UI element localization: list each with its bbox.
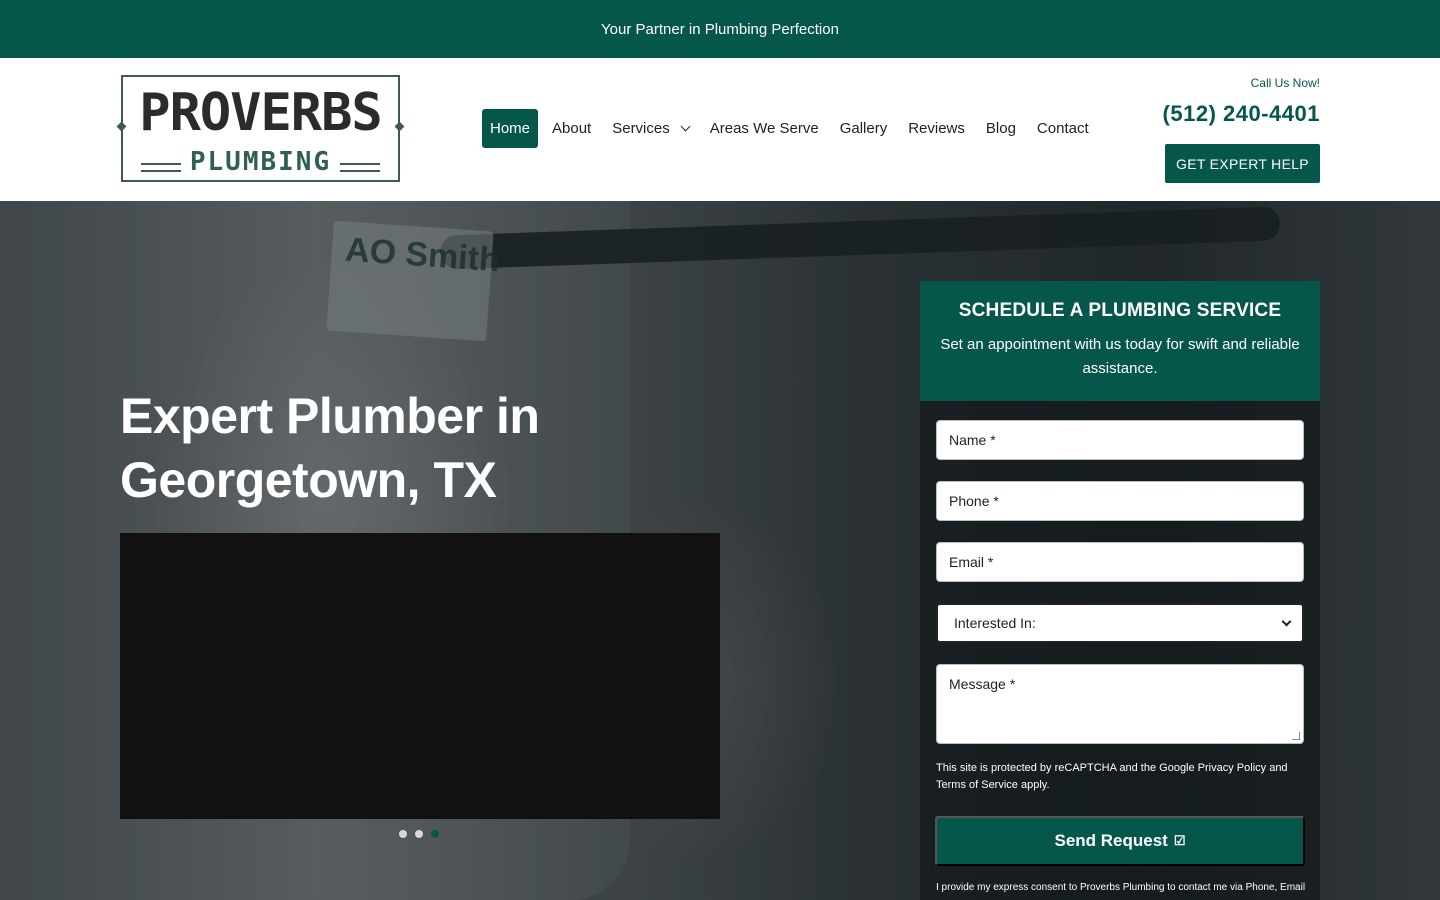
send-request-label: Send Request bbox=[1054, 831, 1168, 850]
chevron-down-icon bbox=[680, 121, 691, 132]
main-nav: Home About Services Areas We Serve Galle… bbox=[482, 109, 1100, 148]
message-placeholder: Message * bbox=[949, 676, 1016, 692]
form-subtitle: Set an appointment with us today for swi… bbox=[940, 336, 1300, 377]
tagline: Your Partner in Plumbing Perfection bbox=[601, 20, 839, 38]
form-title: SCHEDULE A PLUMBING SERVICE bbox=[958, 300, 1282, 321]
form-header: SCHEDULE A PLUMBING SERVICE Set an appoi… bbox=[920, 281, 1320, 401]
nav-blog[interactable]: Blog bbox=[976, 109, 1026, 148]
call-us-label: Call Us Now! bbox=[1250, 76, 1320, 90]
phone-link[interactable]: (512) 240-4401 bbox=[1163, 101, 1320, 127]
slider-dot-3[interactable] bbox=[431, 830, 439, 838]
phone-field[interactable]: Phone * bbox=[936, 481, 1304, 521]
logo-wordmark: PROVERBS bbox=[139, 83, 382, 143]
slider-dot-1[interactable] bbox=[399, 830, 407, 838]
resize-handle-icon[interactable] bbox=[1292, 732, 1300, 740]
email-field[interactable]: Email * bbox=[936, 542, 1304, 582]
nav-contact[interactable]: Contact bbox=[1027, 109, 1099, 148]
hero-video-player[interactable] bbox=[120, 533, 720, 819]
get-expert-help-button[interactable]: GET EXPERT HELP bbox=[1165, 144, 1320, 183]
interested-in-select[interactable]: Interested In: bbox=[936, 603, 1304, 643]
nav-home[interactable]: Home bbox=[482, 109, 539, 148]
schedule-form: SCHEDULE A PLUMBING SERVICE Set an appoi… bbox=[920, 281, 1320, 900]
hero-section: AO Smith Expert Plumber in Georgetown, T… bbox=[0, 201, 1440, 900]
email-placeholder: Email * bbox=[949, 554, 994, 570]
slider-dot-2[interactable] bbox=[415, 830, 423, 838]
nav-services[interactable]: Services bbox=[602, 109, 699, 148]
nav-areas-we-serve[interactable]: Areas We Serve bbox=[700, 109, 829, 148]
name-field[interactable]: Name * bbox=[936, 420, 1304, 460]
site-logo[interactable]: PROVERBS PLUMBING bbox=[116, 75, 405, 182]
message-textarea[interactable]: Message * bbox=[936, 664, 1304, 744]
site-header: PROVERBS PLUMBING Home About Services Ar… bbox=[0, 58, 1440, 201]
phone-placeholder: Phone * bbox=[949, 493, 999, 509]
chevron-down-icon bbox=[1281, 616, 1292, 626]
nav-gallery[interactable]: Gallery bbox=[830, 109, 898, 148]
name-placeholder: Name * bbox=[949, 432, 996, 448]
hero-title: Expert Plumber in Georgetown, TX bbox=[120, 388, 540, 508]
consent-text: I provide my express consent to Proverbs… bbox=[936, 882, 1306, 893]
slider-dots bbox=[399, 830, 439, 838]
nav-services-label: Services bbox=[612, 120, 670, 137]
checkbox-icon: ☑ bbox=[1173, 833, 1186, 848]
nav-about[interactable]: About bbox=[542, 109, 601, 148]
recaptcha-notice: This site is protected by reCAPTCHA and … bbox=[936, 762, 1288, 791]
logo-subtext: PLUMBING bbox=[189, 147, 332, 177]
nav-reviews[interactable]: Reviews bbox=[898, 109, 975, 148]
top-announcement-bar: Your Partner in Plumbing Perfection bbox=[0, 0, 1440, 58]
interested-in-value: Interested In: bbox=[954, 615, 1036, 631]
send-request-button[interactable]: Send Request ☑ bbox=[935, 816, 1305, 866]
